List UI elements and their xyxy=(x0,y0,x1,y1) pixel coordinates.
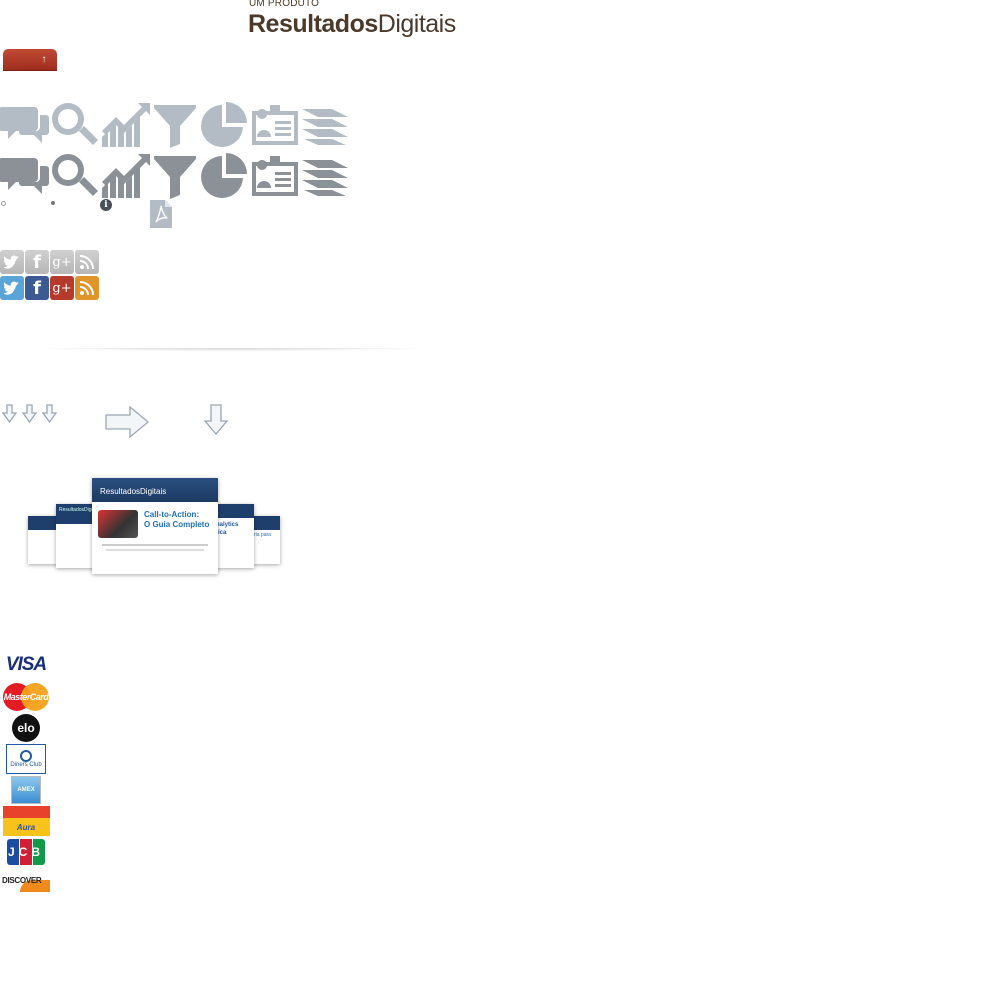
pie-chart-icon xyxy=(201,153,247,198)
twitter-icon[interactable] xyxy=(0,250,24,274)
mastercard-icon: MasterCard xyxy=(2,683,50,711)
rss-icon[interactable] xyxy=(75,276,99,300)
info-icon: i xyxy=(100,199,112,211)
back-to-top-button[interactable]: ↑ xyxy=(3,49,57,71)
discover-icon: DISCOVER xyxy=(2,868,50,892)
section-shadow-divider xyxy=(10,348,454,359)
icon-sprite-row-dark xyxy=(0,152,350,200)
arrow-up-icon: ↑ xyxy=(41,54,47,65)
chat-icon xyxy=(0,158,49,194)
search-icon xyxy=(52,103,98,145)
social-icons-inactive: f g+ xyxy=(0,250,99,274)
logo-subtitle: UM PRODUTO xyxy=(249,0,320,9)
rss-icon[interactable] xyxy=(75,250,99,274)
logo-bold-text: Resultados xyxy=(248,10,378,38)
search-icon xyxy=(52,154,98,196)
logo[interactable]: ResultadosDigitais xyxy=(248,10,456,39)
google-plus-icon[interactable]: g+ xyxy=(50,276,74,300)
visa-icon: VISA xyxy=(5,654,47,675)
layers-icon xyxy=(302,160,348,196)
amex-icon: AMEX xyxy=(2,776,50,804)
ebook-page-far-right: ria para xyxy=(252,516,280,564)
facebook-icon[interactable]: f xyxy=(25,250,49,274)
triple-down-arrows-icon xyxy=(2,404,58,424)
facebook-icon[interactable]: f xyxy=(25,276,49,300)
ebook-page-far-left xyxy=(28,516,58,564)
ebook-title-line-1: Call-to-Action: xyxy=(144,510,200,519)
funnel-icon xyxy=(154,156,196,199)
google-plus-icon[interactable]: g+ xyxy=(50,250,74,274)
growth-chart-icon xyxy=(102,154,150,198)
ebook-cover: ResultadosDigitais Call-to-Action: O Gui… xyxy=(92,478,218,574)
jcb-icon: JCB xyxy=(2,838,50,866)
arrow-right-icon xyxy=(105,405,150,439)
id-card-icon xyxy=(252,156,298,196)
ebook-page-right: nalytics tica xyxy=(214,504,254,568)
aura-icon: Aura xyxy=(2,806,50,836)
layers-icon xyxy=(302,109,348,145)
arrow-down-icon xyxy=(203,404,229,436)
ebook-page-left: ResultadosDigitais xyxy=(56,504,100,568)
chat-icon xyxy=(0,107,49,143)
pdf-file-icon xyxy=(150,200,172,228)
pie-chart-icon xyxy=(201,102,247,147)
icon-sprite-row-light xyxy=(0,101,350,149)
ebook-preview-image[interactable]: ResultadosDigitais ria para nalytics tic… xyxy=(22,478,284,578)
social-icons-active: f g+ xyxy=(0,276,99,300)
ebook-cover-brand: ResultadosDigitais xyxy=(92,478,218,502)
growth-chart-icon xyxy=(102,103,150,147)
id-card-icon xyxy=(252,105,298,145)
radio-dot-filled-icon xyxy=(51,201,55,205)
diners-club-icon: Diners Club xyxy=(2,744,50,774)
logo-light-text: Digitais xyxy=(377,10,456,38)
payment-methods-list: VISA MasterCard elo Diners Club AMEX Aur… xyxy=(2,654,50,892)
twitter-icon[interactable] xyxy=(0,276,24,300)
funnel-icon xyxy=(154,105,196,148)
megaphone-illustration xyxy=(98,510,138,538)
ebook-title-line-2: O Guia Completo xyxy=(144,520,210,529)
radio-dot-empty-icon xyxy=(1,201,6,206)
elo-icon: elo xyxy=(2,714,50,742)
